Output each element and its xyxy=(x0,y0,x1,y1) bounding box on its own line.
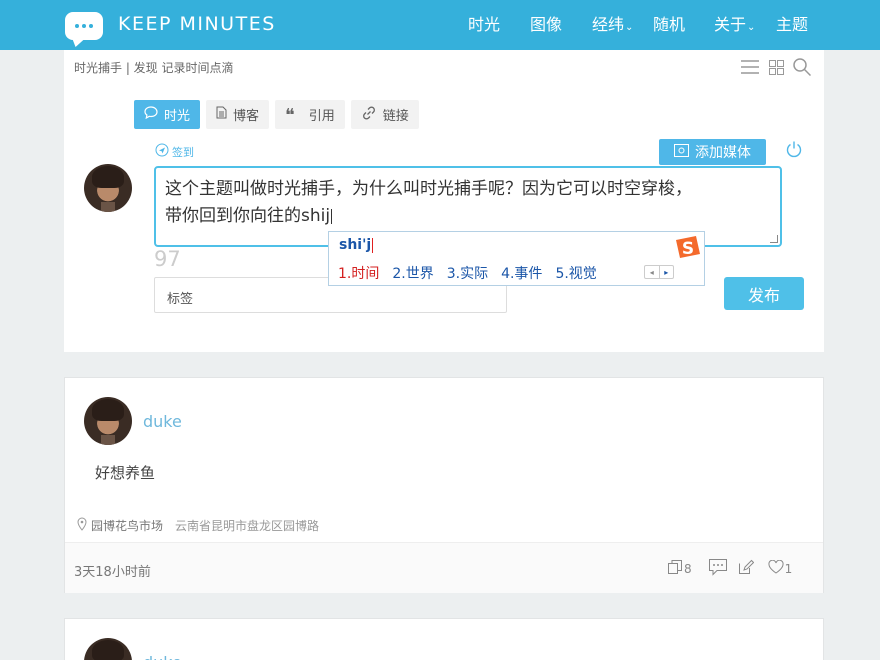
post-author[interactable]: duke xyxy=(143,653,182,660)
list-view-icon[interactable] xyxy=(740,57,760,77)
nav-item-random[interactable]: 随机 xyxy=(653,0,685,50)
edit-button[interactable] xyxy=(738,559,754,578)
tab-blog[interactable]: 博客 xyxy=(206,100,270,129)
search-icon[interactable] xyxy=(792,57,812,77)
post-timestamp[interactable]: 3天18小时前 xyxy=(74,561,151,580)
checkin-button[interactable]: 签到 xyxy=(155,143,194,160)
publish-button[interactable]: 发布 xyxy=(724,277,804,310)
quote-icon: ❝ xyxy=(285,104,295,126)
ime-candidate[interactable]: 1.时间 xyxy=(338,263,379,283)
sogou-logo-icon[interactable]: S xyxy=(673,234,703,260)
nav-item-images[interactable]: 图像 xyxy=(530,0,562,50)
post-footer: 3天18小时前 8 1 xyxy=(65,542,823,593)
ime-composition: shi'j xyxy=(339,237,374,253)
ime-pager: ◂ ▸ xyxy=(644,265,674,279)
ime-candidate[interactable]: 2.世界 xyxy=(392,263,433,283)
post-body: 好想养鱼 xyxy=(95,464,156,482)
post-card: duke 好想养鱼 园博花鸟市场 云南省昆明市盘龙区园博路 3天18小时前 8 xyxy=(64,377,824,593)
power-icon[interactable] xyxy=(785,140,803,162)
svg-text:S: S xyxy=(682,239,694,259)
breadcrumb: 时光捕手 | 发现 记录时间点滴 xyxy=(74,61,234,75)
comment-button[interactable] xyxy=(708,558,728,579)
comment-icon xyxy=(708,558,728,579)
location-name[interactable]: 园博花鸟市场 xyxy=(91,517,163,534)
nav-item-theme[interactable]: 主题 xyxy=(776,0,808,50)
chevron-left-icon[interactable]: ◂ xyxy=(645,266,659,278)
chevron-right-icon[interactable]: ▸ xyxy=(658,266,674,278)
ime-candidate-window: shi'j S 1.时间 2.世界 3.实际 4.事件 5.视觉 ◂ ▸ xyxy=(328,231,705,286)
image-icon xyxy=(674,143,689,161)
text-cursor xyxy=(331,208,333,224)
tab-time[interactable]: 时光 xyxy=(134,100,201,129)
logo-chat-icon[interactable] xyxy=(65,12,103,40)
map-pin-icon xyxy=(77,517,87,534)
document-icon xyxy=(216,106,227,123)
chevron-down-icon: ⌄ xyxy=(747,22,756,33)
copy-button[interactable]: 8 xyxy=(667,559,692,578)
post-location: 园博花鸟市场 云南省昆明市盘龙区园博路 xyxy=(77,517,319,534)
link-icon xyxy=(361,105,377,125)
ime-candidate[interactable]: 3.实际 xyxy=(447,263,488,283)
comment-icon xyxy=(144,106,158,123)
tab-quote[interactable]: ❝ 引用 xyxy=(275,100,345,129)
ime-candidate[interactable]: 4.事件 xyxy=(501,263,542,283)
post-card: duke xyxy=(64,618,824,660)
ime-candidate[interactable]: 5.视觉 xyxy=(555,263,596,283)
location-arrow-icon xyxy=(155,143,169,160)
edit-icon xyxy=(738,559,754,578)
char-counter: 97 xyxy=(154,247,181,271)
nav-item-time[interactable]: 时光 xyxy=(468,0,500,50)
post-author[interactable]: duke xyxy=(143,412,182,431)
like-button[interactable]: 1 xyxy=(768,559,792,577)
site-brand[interactable]: KEEP MINUTES xyxy=(118,13,276,35)
resize-handle-icon[interactable] xyxy=(770,235,778,243)
grid-view-icon[interactable] xyxy=(766,57,786,77)
nav-item-geo[interactable]: 经纬⌄ xyxy=(592,0,633,50)
post-type-tabs: 时光 博客 ❝ 引用 链接 xyxy=(134,100,419,129)
nav-item-about[interactable]: 关于⌄ xyxy=(714,0,755,50)
composer-card: 时光捕手 | 发现 记录时间点滴 时光 博客 ❝ 引用 链接 签到 添加媒体 这… xyxy=(64,50,824,352)
copy-icon xyxy=(667,559,683,578)
add-media-button[interactable]: 添加媒体 xyxy=(659,139,766,165)
top-navbar: KEEP MINUTES 时光 图像 经纬⌄ 随机 关于⌄ 主题 xyxy=(0,0,880,50)
tab-link[interactable]: 链接 xyxy=(350,100,419,129)
heart-icon xyxy=(768,559,784,577)
avatar[interactable] xyxy=(84,638,132,660)
avatar[interactable] xyxy=(84,397,132,445)
avatar[interactable] xyxy=(84,164,132,212)
chevron-down-icon: ⌄ xyxy=(625,22,634,33)
location-address: 云南省昆明市盘龙区园博路 xyxy=(175,519,320,533)
